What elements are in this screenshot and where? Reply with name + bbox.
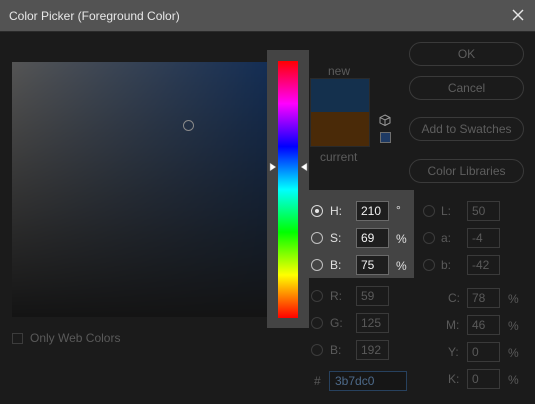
hue-slider-arrow-icon[interactable] xyxy=(300,162,308,172)
black-unit: % xyxy=(508,373,519,387)
lab-a-label: a: xyxy=(441,231,452,245)
current-color-swatch[interactable] xyxy=(310,112,370,147)
brightness-label: B: xyxy=(330,258,342,272)
web-safe-swatch[interactable] xyxy=(380,132,391,143)
black-input[interactable]: 0 xyxy=(467,369,500,389)
lab-l-label: L: xyxy=(441,204,452,218)
green-input[interactable]: 125 xyxy=(356,313,389,333)
saturation-unit: % xyxy=(396,232,407,246)
red-label: R: xyxy=(330,289,342,303)
saturation-radio[interactable] xyxy=(311,232,323,244)
magenta-label: M: xyxy=(446,318,460,332)
add-to-swatches-button[interactable]: Add to Swatches xyxy=(409,117,524,141)
hue-radio[interactable] xyxy=(311,205,323,217)
window-title: Color Picker (Foreground Color) xyxy=(9,9,180,23)
hex-label: # xyxy=(314,374,321,388)
lab-a-radio[interactable] xyxy=(423,232,435,244)
hex-input[interactable]: 3b7dc0 xyxy=(329,371,407,391)
saturation-input[interactable]: 69 xyxy=(356,228,389,248)
color-libraries-button[interactable]: Color Libraries xyxy=(409,159,524,183)
cyan-input[interactable]: 78 xyxy=(467,288,500,308)
saturation-label: S: xyxy=(330,231,342,245)
magenta-input[interactable]: 46 xyxy=(467,315,500,335)
cancel-button[interactable]: Cancel xyxy=(409,76,524,100)
cyan-label: C: xyxy=(448,291,460,305)
magenta-unit: % xyxy=(508,319,519,333)
yellow-input[interactable]: 0 xyxy=(467,342,500,362)
brightness-radio[interactable] xyxy=(311,259,323,271)
close-icon[interactable] xyxy=(507,4,529,26)
hue-label: H: xyxy=(330,204,342,218)
new-color-label: new xyxy=(328,64,351,78)
yellow-label: Y: xyxy=(448,345,459,359)
hue-input[interactable]: 210 xyxy=(356,201,389,221)
color-field-cursor[interactable] xyxy=(183,120,194,131)
cube-icon[interactable] xyxy=(379,114,391,126)
lab-b-input[interactable]: -42 xyxy=(467,255,500,275)
green-radio[interactable] xyxy=(311,317,323,329)
lab-b-radio[interactable] xyxy=(423,259,435,271)
current-color-label: current xyxy=(320,150,358,164)
yellow-unit: % xyxy=(508,346,519,360)
blue-label: B: xyxy=(330,343,342,357)
black-label: K: xyxy=(448,372,460,386)
hue-unit: ° xyxy=(396,203,401,217)
title-bar: Color Picker (Foreground Color) xyxy=(0,0,535,32)
lab-b-label: b: xyxy=(441,258,452,272)
cyan-unit: % xyxy=(508,292,519,306)
ok-button[interactable]: OK xyxy=(409,42,524,66)
hue-slider[interactable] xyxy=(278,61,298,318)
lab-a-input[interactable]: -4 xyxy=(467,228,500,248)
red-input[interactable]: 59 xyxy=(356,286,389,306)
brightness-unit: % xyxy=(396,259,407,273)
only-web-colors-label[interactable]: Only Web Colors xyxy=(30,331,120,345)
new-color-swatch xyxy=(310,78,370,112)
lab-l-input[interactable]: 50 xyxy=(467,201,500,221)
only-web-colors-checkbox[interactable] xyxy=(12,333,23,344)
blue-radio[interactable] xyxy=(311,344,323,356)
green-label: G: xyxy=(330,316,343,330)
blue-input[interactable]: 192 xyxy=(356,340,389,360)
brightness-input[interactable]: 75 xyxy=(356,255,389,275)
color-field[interactable] xyxy=(12,62,267,317)
hue-slider-arrow-icon[interactable] xyxy=(269,162,277,172)
red-radio[interactable] xyxy=(311,290,323,302)
lab-l-radio[interactable] xyxy=(423,205,435,217)
